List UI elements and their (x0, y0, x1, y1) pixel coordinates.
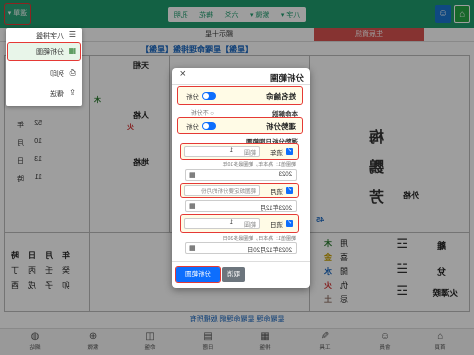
menu-item-share[interactable]: ⇪ 傳送 (8, 85, 80, 101)
list-icon: ☰ (68, 30, 76, 39)
name-analysis-row: 姓名論命 分析 (177, 86, 303, 105)
table-icon: ▦ (68, 46, 76, 55)
natal-section-label: 本命解說 (272, 111, 298, 118)
year-range-row: ✓ 流年 範圍 1 (180, 143, 299, 160)
day-range-row: ✓ 流日 範圍 1 (180, 214, 299, 233)
submit-analysis-button[interactable]: 分析範圍 (175, 266, 221, 283)
printer-icon: ⎙ (69, 68, 76, 77)
day-label: 流日 (270, 222, 283, 229)
menu-item-print[interactable]: ⎙ 列印 (8, 65, 80, 81)
share-icon: ⇪ (69, 88, 76, 97)
dropdown-menu: ☰ 八字排盤 ▦ 分析範圍 ⎙ 列印 ⇪ 傳送 (6, 28, 82, 106)
year-hint: 範圍值1：為本年，範圍最多10年 (222, 162, 296, 168)
fortune-analysis-row: 運勢分析 分析 (177, 117, 303, 134)
cancel-button[interactable]: 取消 (222, 267, 245, 282)
day-checkbox[interactable]: ✓ (286, 220, 293, 227)
calendar-icon: ▦ (189, 203, 196, 210)
name-analysis-switch[interactable] (202, 92, 216, 100)
app-root: ⌂ ☺ 八字 ▾ 紫微 ▾ 六爻 梅花 孔明 選單 ▾ 生辰資訊 顯示十星 【星… (0, 0, 474, 355)
month-label: 流月 (270, 189, 283, 196)
name-analysis-label: 姓名論命 (266, 92, 296, 101)
divider (172, 261, 310, 262)
month-range-input[interactable]: 範圍設定要分析的月份 (184, 185, 260, 196)
year-range-input[interactable]: 範圍 1 (184, 146, 260, 157)
close-icon[interactable]: × (180, 68, 186, 80)
switch-label: 分析 (186, 124, 199, 131)
calendar-icon: ▦ (189, 172, 196, 179)
menu-header: ☰ 八字排盤 (36, 30, 76, 40)
modal-title: 分析範圍 (269, 73, 304, 83)
year-label: 流年 (270, 150, 283, 157)
day-hint: 範圍值1：為本日，範圍最多30日 (222, 236, 296, 242)
fortune-analysis-label: 運勢分析 (266, 122, 296, 131)
month-date-input[interactable]: 2023年12月 ▦ (185, 200, 297, 212)
year-date-input[interactable]: 2023 ▦ (185, 169, 297, 181)
analysis-range-modal: 分析範圍 × 姓名論命 分析 本命解說 ○ 不分析 運勢分析 分析 運勢分析日期… (172, 68, 310, 288)
month-checkbox[interactable]: ✓ (286, 187, 293, 194)
menu-item-analysis-range[interactable]: ▦ 分析範圍 (7, 42, 81, 61)
year-checkbox[interactable]: ✓ (286, 148, 293, 155)
divider (172, 84, 310, 85)
month-range-row: ✓ 流月 範圍設定要分析的月份 (180, 183, 299, 198)
natal-option-radio[interactable]: ○ 不分析 (191, 108, 214, 117)
switch-label: 分析 (186, 94, 199, 101)
day-date-input[interactable]: 2023年12月20日 ▦ (185, 242, 297, 254)
day-range-input[interactable]: 範圍 1 (184, 218, 260, 229)
fortune-analysis-switch[interactable] (202, 122, 216, 130)
calendar-icon: ▦ (189, 245, 196, 252)
